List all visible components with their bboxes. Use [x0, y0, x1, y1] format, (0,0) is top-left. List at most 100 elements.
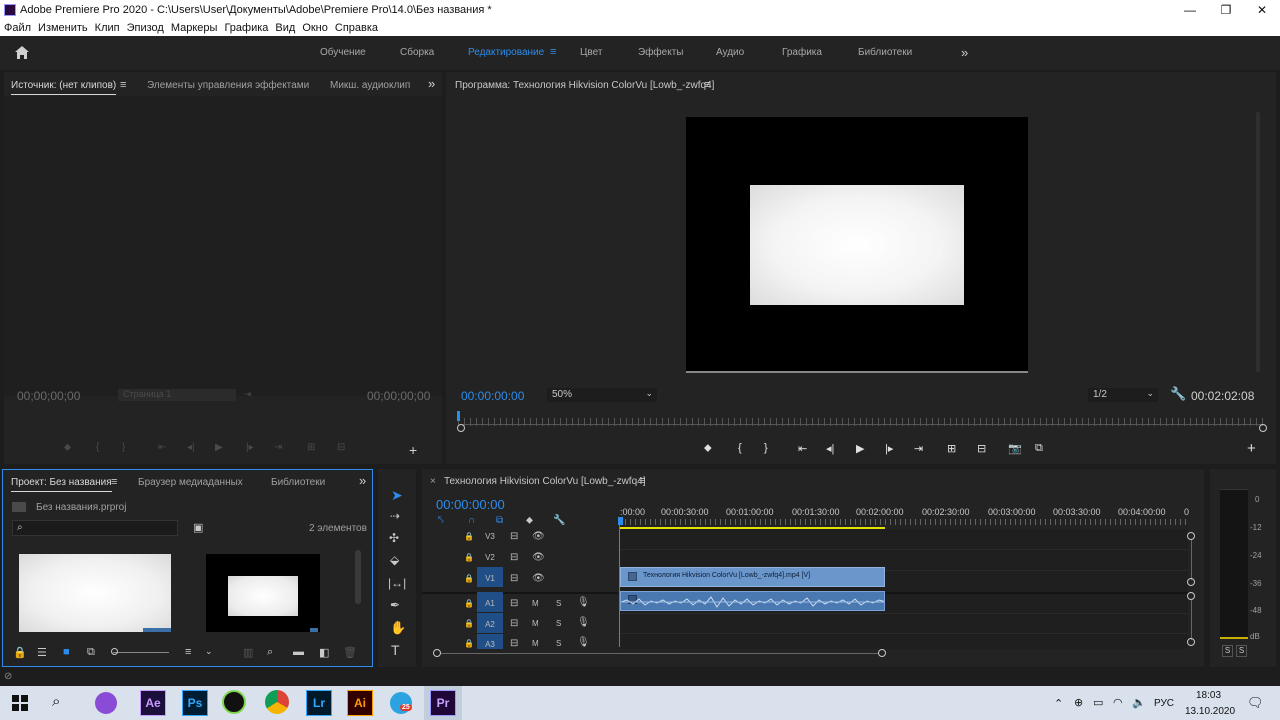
mark-in-icon[interactable]: {: [738, 442, 742, 454]
lock-icon[interactable]: 🔒: [13, 646, 27, 659]
program-resolution-select[interactable]: 1/2 ⌄: [1088, 388, 1158, 402]
timeline-ruler[interactable]: :00:00 00:00:30:00 00:01:00:00 00:01:30:…: [620, 505, 1190, 527]
thumbnail-zoom-slider[interactable]: [113, 652, 169, 653]
track-label-v3[interactable]: V3: [482, 532, 498, 541]
menu-graphics[interactable]: Графика: [224, 22, 268, 34]
chevron-down-icon[interactable]: ⌄: [205, 646, 213, 657]
clock-time[interactable]: 18:03: [1196, 690, 1221, 701]
snap-icon[interactable]: ∩: [468, 515, 475, 526]
taskbar-search-icon[interactable]: ⌕: [52, 693, 60, 710]
track-label-a2[interactable]: A2: [477, 613, 503, 633]
export-frame-icon[interactable]: 📷: [1008, 442, 1022, 455]
selection-tool-icon[interactable]: ➤: [391, 487, 403, 504]
illustrator-icon[interactable]: Ai: [347, 690, 373, 716]
workspace-tab-audio[interactable]: Аудио: [716, 47, 744, 58]
add-marker-icon[interactable]: ⬥: [704, 442, 712, 455]
solo-button[interactable]: S: [556, 639, 561, 648]
eye-icon[interactable]: 👁: [532, 531, 545, 542]
track-label-a3[interactable]: A3: [477, 634, 503, 649]
mute-button[interactable]: M: [532, 599, 539, 608]
menu-window[interactable]: Окно: [302, 22, 328, 34]
nest-icon[interactable]: ⤣: [438, 515, 444, 526]
microphone-icon[interactable]: 🎙: [577, 637, 590, 648]
audio-clip[interactable]: [620, 591, 885, 611]
windows-start-icon[interactable]: [12, 695, 28, 711]
solo-button[interactable]: S: [556, 619, 561, 628]
network-icon[interactable]: ⊕: [1074, 696, 1083, 709]
after-effects-icon[interactable]: Ae: [140, 690, 166, 716]
razor-tool-icon[interactable]: ⬙: [390, 553, 399, 567]
workspace-tab-assembly[interactable]: Сборка: [400, 47, 434, 58]
workspace-tab-effects[interactable]: Эффекты: [638, 47, 683, 58]
ripple-edit-tool-icon[interactable]: ✣: [389, 531, 399, 545]
source-add-button-icon[interactable]: +: [409, 442, 417, 458]
menu-file[interactable]: Файл: [4, 22, 31, 34]
step-back-icon[interactable]: ◂|: [826, 442, 834, 455]
audio-scroll-handle-bottom[interactable]: [1187, 638, 1195, 646]
add-marker-timeline-icon[interactable]: ⬥: [526, 515, 533, 526]
audio-scroll-handle-top[interactable]: [1187, 592, 1195, 600]
track-label-v1[interactable]: V1: [477, 567, 503, 587]
menu-view[interactable]: Вид: [275, 22, 295, 34]
extract-icon[interactable]: ⊟: [977, 442, 986, 455]
source-tab-menu-icon[interactable]: ≡: [120, 79, 126, 91]
sync-lock-icon[interactable]: ⊟: [510, 531, 518, 542]
sync-lock-icon[interactable]: ⊟: [510, 573, 518, 584]
video-scroll-handle-top[interactable]: [1187, 532, 1195, 540]
mark-out-icon[interactable]: }: [764, 442, 768, 454]
lock-icon[interactable]: 🔒: [464, 553, 474, 562]
menu-help[interactable]: Справка: [335, 22, 378, 34]
timeline-zoom-handle-right[interactable]: [878, 649, 886, 657]
meter-solo-right[interactable]: S: [1236, 645, 1247, 657]
play-icon[interactable]: ▶: [856, 442, 864, 455]
workspace-tab-graphics[interactable]: Графика: [782, 47, 822, 58]
microphone-icon[interactable]: 🎙: [577, 617, 590, 628]
program-zoom-select[interactable]: 50% ⌄: [547, 388, 657, 402]
track-label-v2[interactable]: V2: [482, 553, 498, 562]
torrent-app-icon[interactable]: [222, 690, 246, 714]
chrome-icon[interactable]: [265, 690, 289, 714]
project-search-input[interactable]: ⌕: [12, 520, 178, 536]
timeline-playhead-handle[interactable]: [618, 517, 623, 525]
tab-effect-controls[interactable]: Элементы управления эффектами: [147, 80, 309, 91]
program-tab-menu-icon[interactable]: ≡: [704, 79, 710, 91]
tray-expand-icon[interactable]: ⌃: [1054, 697, 1063, 710]
comparison-view-icon[interactable]: ⧉: [1035, 442, 1043, 455]
sync-lock-icon[interactable]: ⊟: [510, 552, 518, 563]
step-forward-icon[interactable]: |▸: [885, 442, 893, 455]
premiere-taskbar-icon[interactable]: Pr: [430, 690, 456, 716]
pen-tool-icon[interactable]: ✒: [390, 598, 400, 612]
timeline-zoom-track[interactable]: [441, 653, 879, 654]
wrench-icon[interactable]: 🔧: [1170, 386, 1186, 402]
tab-source[interactable]: Источник: (нет клипов): [11, 80, 117, 95]
lock-icon[interactable]: 🔒: [464, 574, 474, 583]
eye-icon[interactable]: 👁: [532, 573, 545, 584]
program-add-button-icon[interactable]: +: [1247, 440, 1256, 457]
sync-lock-icon[interactable]: ⊟: [510, 638, 518, 649]
workspace-more-button[interactable]: »: [961, 45, 968, 60]
close-sequence-icon[interactable]: ×: [430, 476, 436, 487]
timeline-settings-icon[interactable]: 🔧: [553, 515, 565, 526]
program-zoom-handle-right[interactable]: [1259, 424, 1267, 432]
tab-libraries[interactable]: Библиотеки: [271, 477, 325, 488]
lock-icon[interactable]: 🔒: [464, 532, 474, 541]
battery-icon[interactable]: ▭: [1093, 696, 1103, 709]
workspace-tab-color[interactable]: Цвет: [580, 47, 602, 58]
sort-icon[interactable]: ≡: [185, 646, 191, 658]
wifi-icon[interactable]: ◠: [1113, 696, 1123, 709]
slip-tool-icon[interactable]: |↔|: [388, 576, 406, 590]
solo-button[interactable]: S: [556, 599, 561, 608]
track-lanes[interactable]: Технология Hikvision ColorVu [Lowb_-zwfq…: [620, 529, 1188, 649]
project-scrollbar[interactable]: [355, 550, 361, 604]
find-icon[interactable]: ⌕: [267, 646, 273, 659]
program-scrollbar[interactable]: [1256, 112, 1260, 372]
thumbnail-zoom-handle[interactable]: [111, 648, 118, 655]
language-indicator[interactable]: РУС: [1154, 698, 1174, 709]
project-thumbnail-sequence[interactable]: [206, 554, 320, 632]
audio-scroll-track[interactable]: [1191, 600, 1192, 640]
cortana-app-icon[interactable]: [95, 692, 117, 714]
new-item-icon[interactable]: ◧: [319, 646, 329, 659]
eye-icon[interactable]: 👁: [532, 552, 545, 563]
video-scroll-track[interactable]: [1191, 540, 1192, 580]
new-search-bin-icon[interactable]: ▣: [193, 521, 203, 534]
